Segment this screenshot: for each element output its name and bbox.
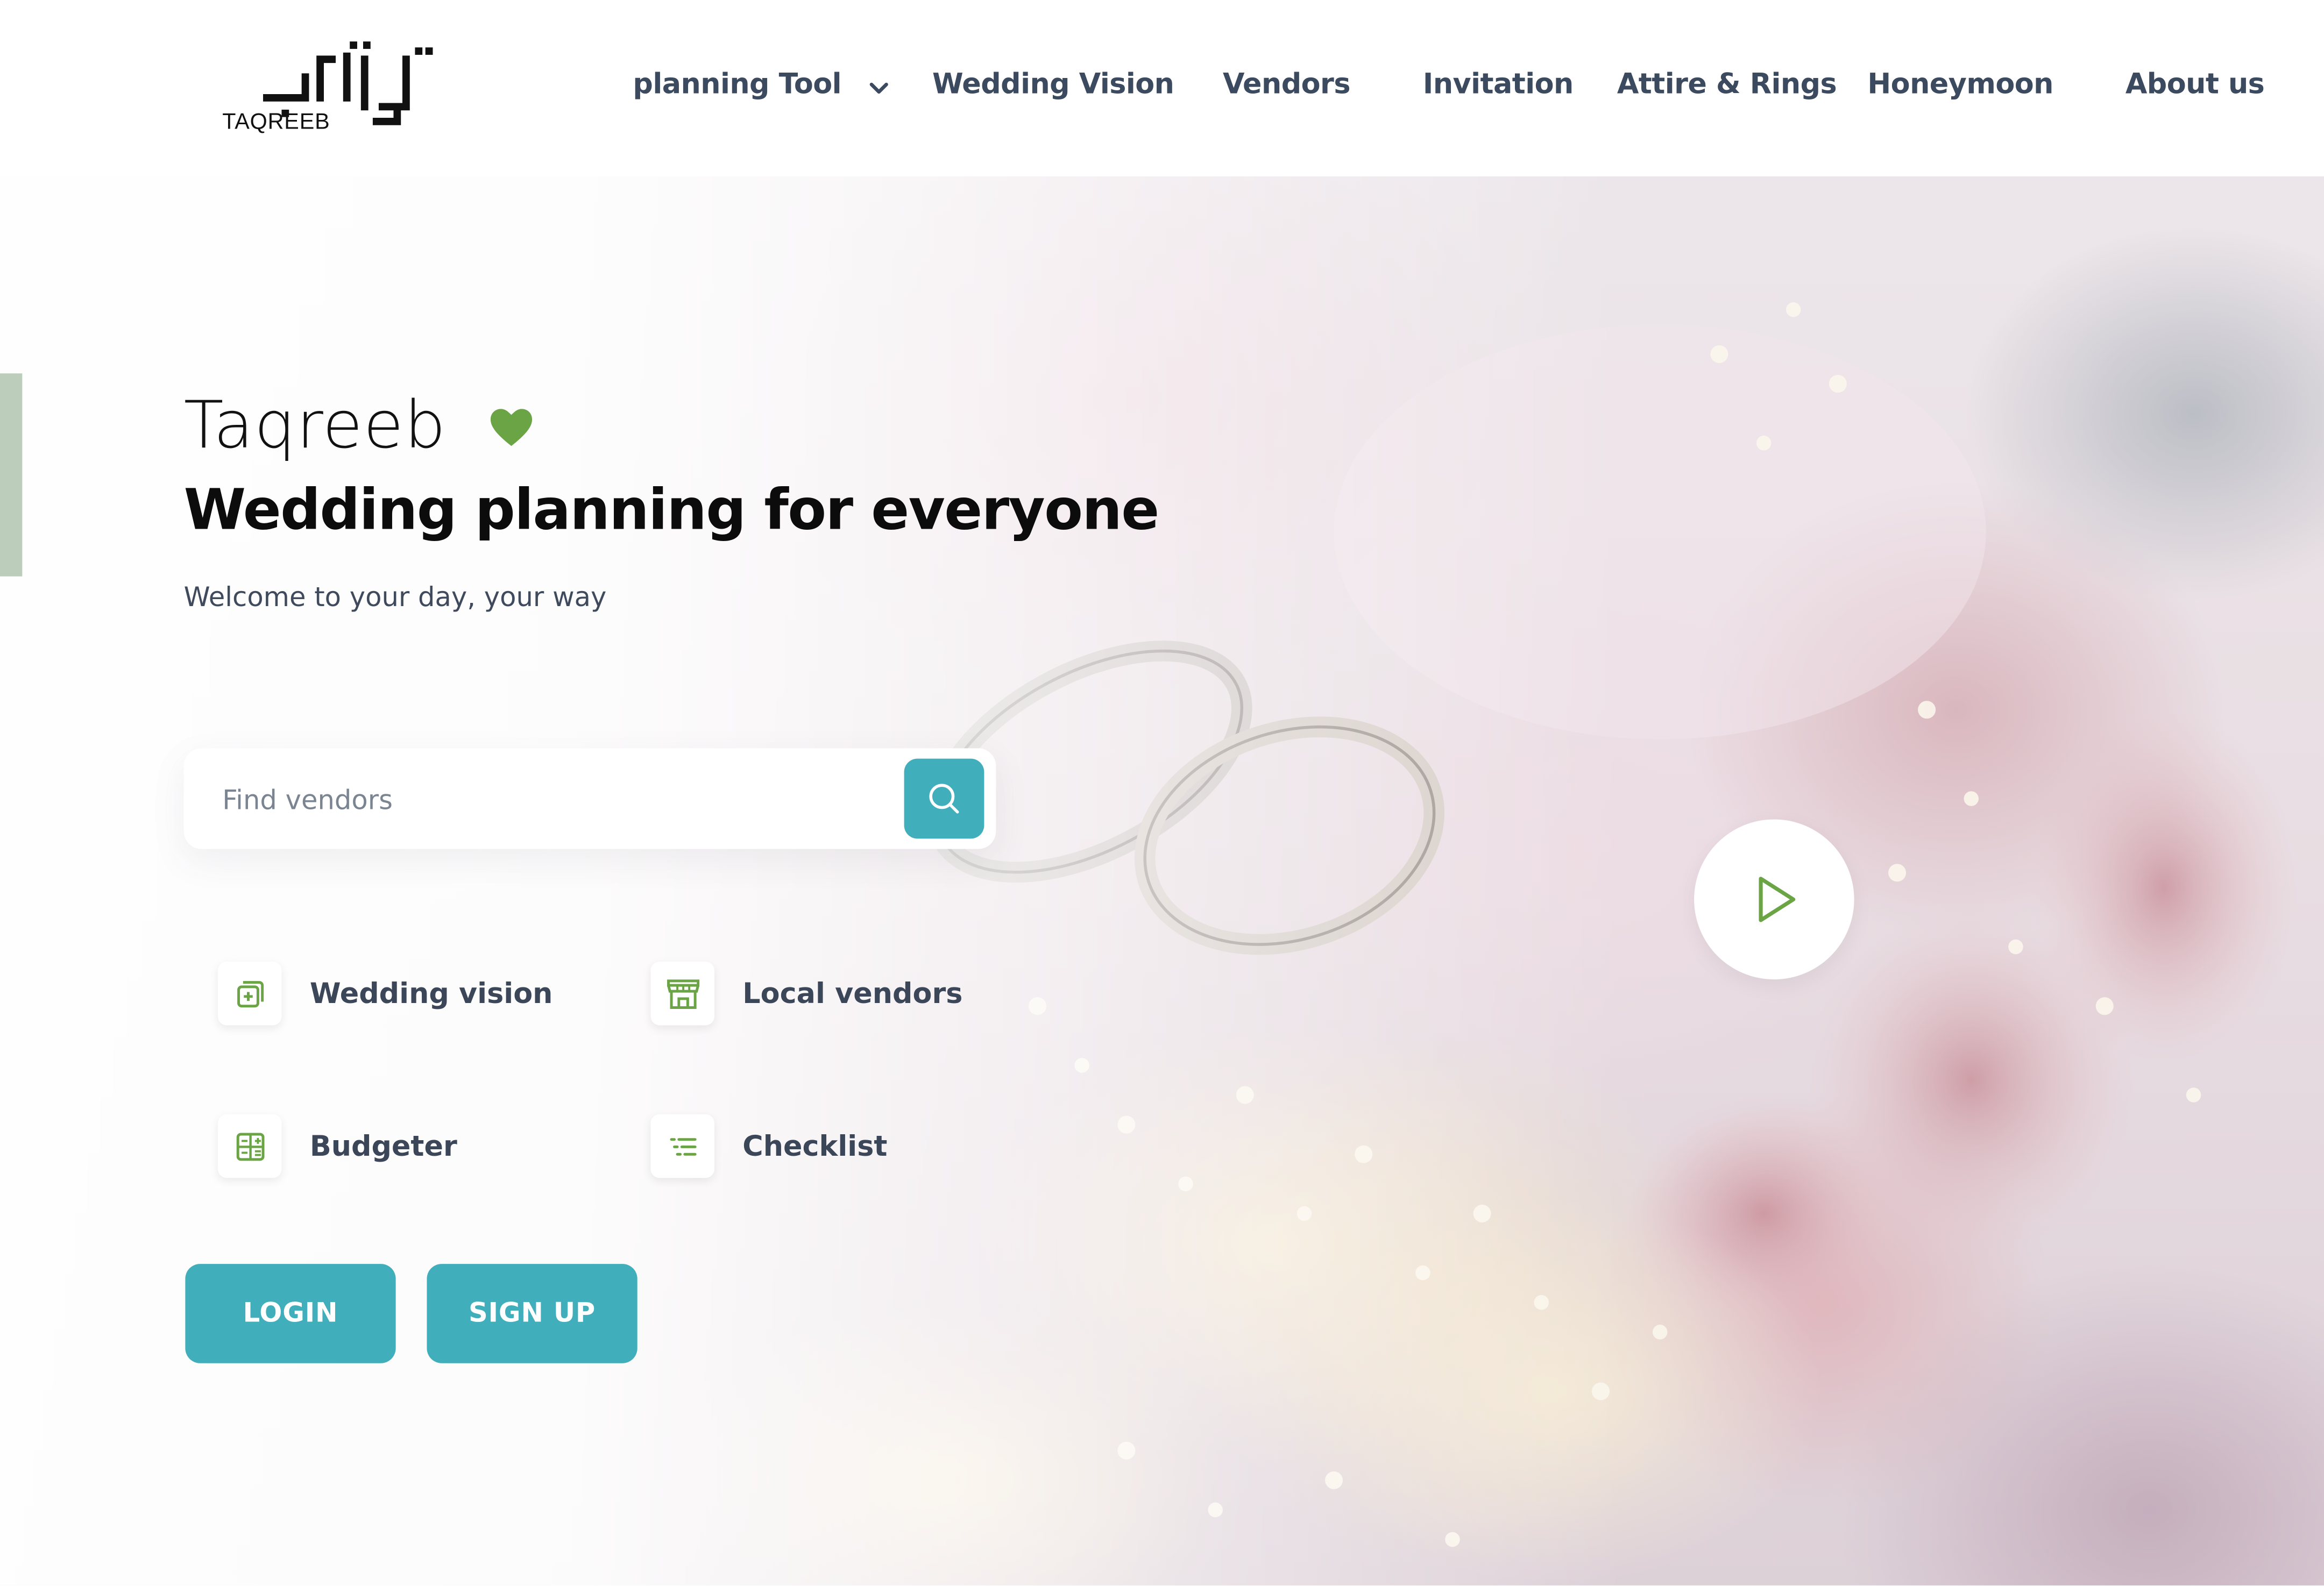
list-icon: [650, 1114, 714, 1178]
play-icon: [1759, 877, 1796, 922]
nav-item-label: planning Tool: [633, 68, 842, 101]
login-button[interactable]: LOGIN: [185, 1264, 396, 1363]
nav-item-honeymoon[interactable]: Honeymoon: [1867, 68, 2053, 101]
nav-item-about-us[interactable]: About us: [2125, 68, 2265, 101]
calculator-icon: [217, 1114, 282, 1178]
nav-item-vendors[interactable]: Vendors: [1223, 68, 1351, 101]
heart-icon: [489, 408, 534, 453]
store-icon: [650, 962, 714, 1026]
play-video-button[interactable]: [1694, 819, 1854, 980]
feature-local-vendors[interactable]: Local vendors: [650, 962, 963, 1026]
feature-label: Budgeter: [309, 1129, 457, 1163]
page: TAQREEB planning Tool Wedding Vision Ven…: [0, 0, 2324, 1585]
chevron-down-icon: [869, 69, 890, 102]
search-icon: [929, 784, 959, 814]
image-plus-icon: [217, 962, 282, 1026]
nav-item-planning-tool[interactable]: planning Tool: [633, 68, 889, 102]
search-button[interactable]: [904, 758, 984, 839]
hero-headline: Wedding planning for everyone: [183, 477, 1160, 543]
feature-label: Wedding vision: [309, 977, 553, 1010]
nav-item-invitation[interactable]: Invitation: [1423, 68, 1574, 101]
side-feedback-tab[interactable]: [0, 373, 23, 577]
vendor-search-box: [183, 748, 996, 849]
top-header: TAQREEB planning Tool Wedding Vision Ven…: [0, 0, 2324, 176]
hero-subline: Welcome to your day, your way: [183, 582, 607, 614]
feature-checklist[interactable]: Checklist: [650, 1114, 887, 1178]
feature-wedding-vision[interactable]: Wedding vision: [217, 962, 553, 1026]
feature-budgeter[interactable]: Budgeter: [217, 1114, 457, 1178]
hero-brand-name: Taqreeb: [183, 388, 447, 464]
feature-label: Checklist: [742, 1129, 888, 1163]
search-input[interactable]: [219, 769, 892, 831]
feature-label: Local vendors: [742, 977, 963, 1010]
signup-button[interactable]: SIGN UP: [427, 1264, 637, 1363]
nav-item-wedding-vision[interactable]: Wedding Vision: [932, 68, 1174, 101]
main-nav: planning Tool Wedding Vision Vendors Inv…: [0, 0, 2324, 176]
nav-item-attire-rings[interactable]: Attire & Rings: [1617, 68, 1837, 101]
